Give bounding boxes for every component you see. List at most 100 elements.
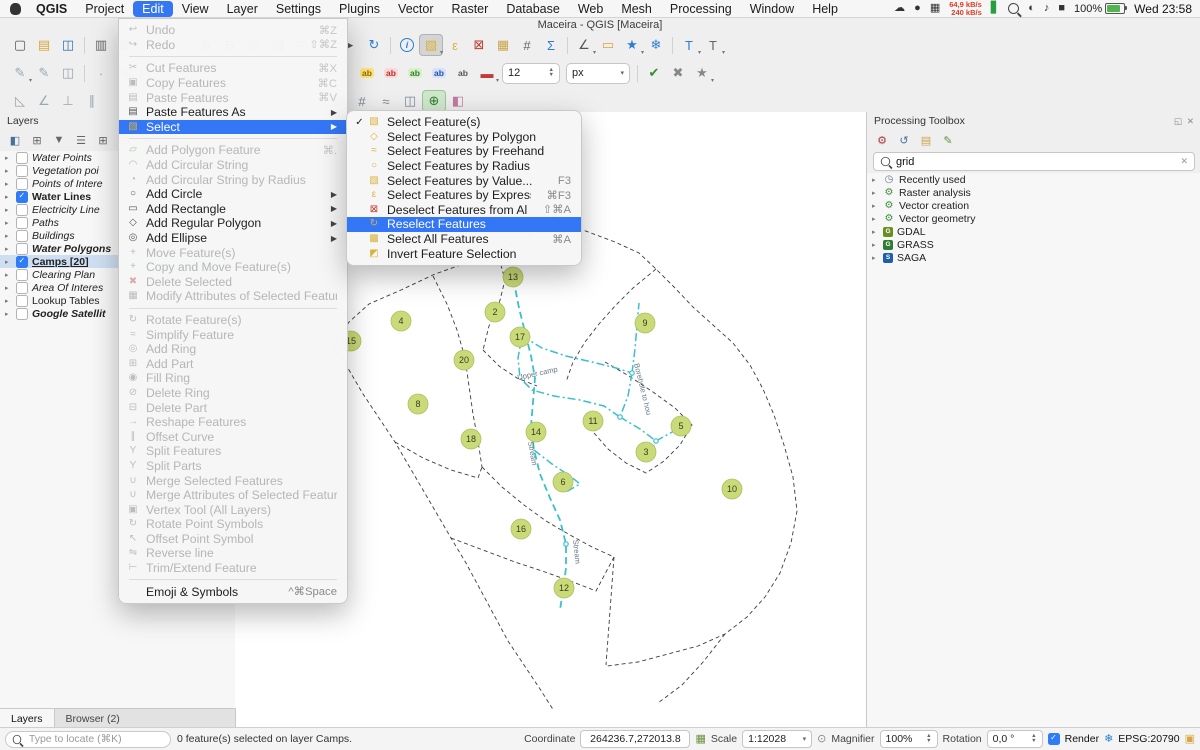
expand-arrow-icon[interactable]: ▸ bbox=[5, 167, 12, 175]
processing-group-item[interactable]: ▸GGDAL bbox=[867, 225, 1200, 238]
vertex-editor-icon[interactable]: ⊕ bbox=[422, 90, 446, 112]
select-submenu-item[interactable]: εSelect Features by Expression...⌘F3 bbox=[347, 188, 581, 203]
menubar-item-edit[interactable]: Edit bbox=[133, 1, 173, 17]
measure-icon[interactable]: ∠▾ bbox=[572, 34, 596, 56]
adv-digitize-angle-icon[interactable]: ◺ bbox=[8, 90, 32, 112]
layer-visibility-checkbox[interactable] bbox=[16, 243, 28, 255]
select-submenu-item[interactable]: ▩Select All Features⌘A bbox=[347, 232, 581, 247]
layer-visibility-checkbox[interactable] bbox=[16, 308, 28, 320]
select-features-icon[interactable]: ▧▾ bbox=[419, 34, 443, 56]
expand-all-icon[interactable]: ⊞ bbox=[94, 132, 112, 148]
coordinate-input[interactable] bbox=[580, 730, 690, 748]
processing-history-icon[interactable]: ↺ bbox=[895, 132, 913, 148]
open-layer-styling-icon[interactable]: ◧ bbox=[6, 132, 24, 148]
expand-arrow-icon[interactable]: ▸ bbox=[5, 310, 12, 318]
select-by-expression-icon[interactable]: ε bbox=[443, 34, 467, 56]
volume-icon[interactable]: ♪ bbox=[1044, 3, 1050, 14]
map-tips-icon[interactable]: ▭ bbox=[596, 34, 620, 56]
layer-labeling-icon[interactable]: T▾ bbox=[677, 34, 701, 56]
layer-visibility-checkbox[interactable] bbox=[16, 282, 28, 294]
style-ok-icon[interactable]: ✔ bbox=[642, 62, 666, 84]
toggle-editing-icon[interactable]: ✎ bbox=[32, 62, 56, 84]
menubar-item-qgis[interactable]: QGIS bbox=[27, 1, 76, 17]
label-no-icon[interactable]: ab bbox=[379, 62, 403, 84]
rotation-spin[interactable]: 0,0 ° ▲▼ bbox=[987, 730, 1043, 748]
battery-status[interactable]: 100% bbox=[1074, 3, 1125, 15]
menubar-item-processing[interactable]: Processing bbox=[661, 1, 741, 17]
statistical-summary-icon[interactable]: Σ bbox=[539, 34, 563, 56]
new-bookmark-icon[interactable]: ★▾ bbox=[620, 34, 644, 56]
processing-panel-float-icon[interactable]: ◱ bbox=[1174, 116, 1182, 127]
select-submenu-item[interactable]: ○Select Features by Radius bbox=[347, 159, 581, 174]
processing-group-item[interactable]: ▸⚙Vector geometry bbox=[867, 212, 1200, 225]
processing-group-item[interactable]: ▸⚙Raster analysis bbox=[867, 186, 1200, 199]
lock-scale-icon[interactable]: ⊙ bbox=[817, 734, 826, 745]
expand-arrow-icon[interactable]: ▸ bbox=[5, 284, 12, 292]
refresh-map-icon[interactable]: ↻ bbox=[362, 34, 386, 56]
magnifier-stepper-icon[interactable]: ▲▼ bbox=[926, 734, 931, 744]
paint-roller-icon[interactable]: ▬▾ bbox=[475, 62, 499, 84]
expand-arrow-icon[interactable]: ▸ bbox=[872, 215, 879, 223]
select-submenu-item[interactable]: ≈Select Features by Freehand bbox=[347, 144, 581, 159]
layer-visibility-checkbox[interactable] bbox=[16, 204, 28, 216]
new-print-layout-icon[interactable]: ▥ bbox=[89, 34, 113, 56]
expand-arrow-icon[interactable]: ▸ bbox=[872, 228, 879, 236]
menubar-item-plugins[interactable]: Plugins bbox=[330, 1, 389, 17]
processing-group-item[interactable]: ▸GGRASS bbox=[867, 238, 1200, 251]
menubar-item-help[interactable]: Help bbox=[803, 1, 847, 17]
layer-visibility-checkbox[interactable] bbox=[16, 165, 28, 177]
filter-legend-icon[interactable]: ☰ bbox=[72, 132, 90, 148]
expand-arrow-icon[interactable]: ▸ bbox=[872, 176, 879, 184]
expand-arrow-icon[interactable]: ▸ bbox=[5, 271, 12, 279]
processing-group-item[interactable]: ▸SSAGA bbox=[867, 251, 1200, 264]
spin-stepper-icon[interactable]: ▲▼ bbox=[549, 68, 554, 78]
expand-arrow-icon[interactable]: ▸ bbox=[872, 241, 879, 249]
processing-group-item[interactable]: ▸⚙Vector creation bbox=[867, 199, 1200, 212]
network-speed[interactable]: 64,9 kB/s 240 kB/s bbox=[949, 1, 982, 17]
record-icon[interactable]: ● bbox=[914, 3, 921, 14]
display-icon[interactable]: ■ bbox=[1058, 3, 1065, 14]
layer-visibility-checkbox[interactable] bbox=[16, 230, 28, 242]
layer-visibility-checkbox[interactable] bbox=[16, 178, 28, 190]
menubar-item-window[interactable]: Window bbox=[741, 1, 803, 17]
layer-visibility-checkbox[interactable] bbox=[16, 152, 28, 164]
menubar-item-project[interactable]: Project bbox=[76, 1, 133, 17]
edit-menu-item[interactable]: ○Add Circle▶ bbox=[119, 187, 347, 202]
edit-menu-item[interactable]: ▧Select▶ bbox=[119, 120, 347, 135]
edit-in-place-icon[interactable]: ✎ bbox=[939, 132, 957, 148]
expand-arrow-icon[interactable]: ▸ bbox=[5, 245, 12, 253]
edit-menu-item[interactable]: ◎Add Ellipse▶ bbox=[119, 231, 347, 246]
checker-icon[interactable]: ◫ bbox=[398, 90, 422, 112]
menubar-item-database[interactable]: Database bbox=[497, 1, 569, 17]
select-submenu-item[interactable]: ↻Reselect Features bbox=[347, 217, 581, 232]
expand-arrow-icon[interactable]: ▸ bbox=[5, 258, 12, 266]
tracing-icon[interactable]: ≈ bbox=[374, 90, 398, 112]
clear-search-icon[interactable]: ✕ bbox=[1180, 156, 1188, 167]
menubar-item-vector[interactable]: Vector bbox=[389, 1, 442, 17]
processing-group-item[interactable]: ▸◷Recently used bbox=[867, 173, 1200, 186]
layer-visibility-checkbox[interactable] bbox=[16, 269, 28, 281]
locate-bar[interactable] bbox=[5, 731, 171, 748]
menubar-item-mesh[interactable]: Mesh bbox=[612, 1, 661, 17]
menubar-item-layer[interactable]: Layer bbox=[218, 1, 267, 17]
menubar-item-settings[interactable]: Settings bbox=[267, 1, 330, 17]
adv-digitize-parallel-icon[interactable]: ∥ bbox=[80, 90, 104, 112]
expand-arrow-icon[interactable]: ▸ bbox=[5, 180, 12, 188]
cloud-icon[interactable]: ☁ bbox=[894, 3, 905, 14]
add-group-icon[interactable]: ⊞ bbox=[28, 132, 46, 148]
current-edits-icon[interactable]: ✎▾ bbox=[8, 62, 32, 84]
processing-toolbox-icon[interactable]: ❄ bbox=[644, 34, 668, 56]
font-size-spin[interactable]: 12▲▼ bbox=[502, 63, 560, 84]
select-submenu-item[interactable]: ▧Select Features by Value...F3 bbox=[347, 173, 581, 188]
edit-menu-item[interactable]: ◇Add Regular Polygon▶ bbox=[119, 216, 347, 231]
open-attribute-table-icon[interactable]: ▦ bbox=[491, 34, 515, 56]
processing-search[interactable]: grid ✕ bbox=[873, 152, 1195, 171]
menubar-clock[interactable]: Wed 23:58 bbox=[1134, 2, 1192, 16]
select-submenu-item[interactable]: ⊠Deselect Features from All Layers⇧⌘A bbox=[347, 203, 581, 218]
extents-icon[interactable]: ▦ bbox=[695, 734, 705, 745]
select-submenu-item[interactable]: ◩Invert Feature Selection bbox=[347, 246, 581, 261]
epsg-label[interactable]: EPSG:20790 bbox=[1118, 733, 1179, 745]
adv-digitize-construction-icon[interactable]: ∠ bbox=[32, 90, 56, 112]
messages-icon[interactable]: ▣ bbox=[1185, 734, 1195, 745]
tab-browser-2-[interactable]: Browser (2) bbox=[55, 709, 131, 729]
